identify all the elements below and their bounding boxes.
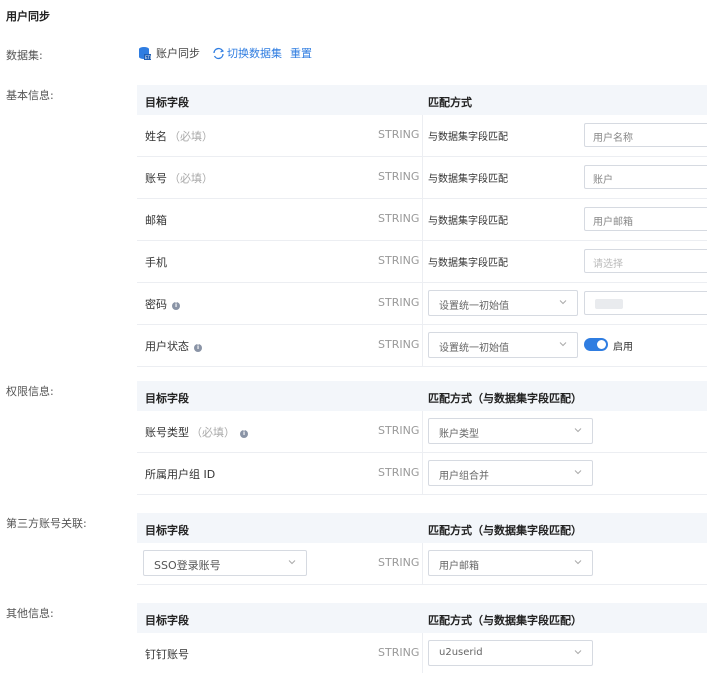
perm-info-label: 权限信息: xyxy=(6,385,54,398)
field-type: STRING xyxy=(378,170,420,183)
match-method: 与数据集字段匹配 xyxy=(428,132,508,143)
table-row: 用户状态 i STRING 设置统一初始值 启用 xyxy=(137,325,707,367)
field-type: STRING xyxy=(378,296,420,309)
page-title: 用户同步 xyxy=(6,10,50,23)
chevron-down-icon xyxy=(574,560,582,565)
field-type: STRING xyxy=(378,128,420,141)
table-row: 邮箱 STRING 与数据集字段匹配 用户邮箱 xyxy=(137,199,707,241)
dataset-name: 账户同步 xyxy=(156,47,200,60)
name-mapping-input[interactable]: 用户名称 xyxy=(584,123,707,147)
field-name: 邮箱 xyxy=(145,214,167,227)
col-target: 目标字段 xyxy=(145,614,189,627)
field-name: 钉钉账号 xyxy=(145,648,189,661)
field-type: STRING xyxy=(378,254,420,267)
sso-account-select[interactable]: SSO登录账号 xyxy=(143,550,307,576)
field-type: STRING xyxy=(378,466,420,479)
table-row: 手机 STRING 与数据集字段匹配 请选择 xyxy=(137,241,707,283)
field-name: 账号 （必填） xyxy=(145,172,213,185)
field-type: STRING xyxy=(378,556,420,569)
table-row: 密码 i STRING 设置统一初始值 xyxy=(137,283,707,325)
col-target: 目标字段 xyxy=(145,524,189,537)
table-header: 目标字段 匹配方式（与数据集字段匹配） xyxy=(137,603,707,633)
other-info-label: 其他信息: xyxy=(6,607,54,620)
field-type: STRING xyxy=(378,646,420,659)
svg-text:ETL: ETL xyxy=(145,55,151,60)
info-icon[interactable]: i xyxy=(194,344,202,352)
col-match: 匹配方式 xyxy=(428,96,472,109)
col-match: 匹配方式（与数据集字段匹配） xyxy=(428,524,582,537)
info-icon[interactable]: i xyxy=(240,430,248,438)
field-type: STRING xyxy=(378,212,420,225)
table-row: 账号 （必填） STRING 与数据集字段匹配 账户 xyxy=(137,157,707,199)
table-header: 目标字段 匹配方式（与数据集字段匹配） xyxy=(137,381,707,411)
table-header: 目标字段 匹配方式（与数据集字段匹配） xyxy=(137,513,707,543)
reset-link[interactable]: 重置 xyxy=(290,45,312,61)
chevron-down-icon xyxy=(559,342,567,347)
chevron-down-icon xyxy=(574,650,582,655)
table-row: SSO登录账号 STRING 用户邮箱 xyxy=(137,543,707,585)
toggle-label: 启用 xyxy=(613,342,633,353)
table-row: 钉钉账号 STRING u2userid xyxy=(137,633,707,673)
dingtalk-match-select[interactable]: u2userid xyxy=(428,640,593,666)
field-name: 手机 xyxy=(145,256,167,269)
table-row: 所属用户组 ID STRING 用户组合并 xyxy=(137,453,707,495)
password-input[interactable] xyxy=(584,291,707,315)
status-method-select[interactable]: 设置统一初始值 xyxy=(428,332,578,358)
account-mapping-input[interactable]: 账户 xyxy=(584,165,707,189)
dataset-bar: ETL 账户同步 切换数据集 重置 xyxy=(137,45,312,61)
field-type: STRING xyxy=(378,338,420,351)
user-sync-page: 用户同步 数据集: ETL 账户同步 切换数据集 重置 基本信息: 目标字段 匹… xyxy=(0,0,707,678)
sso-match-select[interactable]: 用户邮箱 xyxy=(428,550,593,576)
table-header: 目标字段 匹配方式 xyxy=(137,85,707,115)
third-party-table: 目标字段 匹配方式（与数据集字段匹配） SSO登录账号 STRING 用户邮箱 xyxy=(137,513,707,585)
chevron-down-icon xyxy=(559,300,567,305)
switch-dataset-link[interactable]: 切换数据集 xyxy=(212,45,282,61)
phone-mapping-input[interactable]: 请选择 xyxy=(584,249,707,273)
dataset-label: 数据集: xyxy=(6,49,43,62)
password-method-select[interactable]: 设置统一初始值 xyxy=(428,290,578,316)
table-row: 姓名 （必填） STRING 与数据集字段匹配 用户名称 xyxy=(137,115,707,157)
col-target: 目标字段 xyxy=(145,392,189,405)
switch-icon xyxy=(213,47,225,59)
match-method: 与数据集字段匹配 xyxy=(428,174,508,185)
field-type: STRING xyxy=(378,424,420,437)
third-party-label: 第三方账号关联: xyxy=(6,517,87,530)
masked-value xyxy=(595,299,623,309)
match-method: 与数据集字段匹配 xyxy=(428,258,508,269)
info-icon[interactable]: i xyxy=(172,302,180,310)
col-target: 目标字段 xyxy=(145,96,189,109)
user-group-select[interactable]: 用户组合并 xyxy=(428,460,593,486)
chevron-down-icon xyxy=(574,428,582,433)
other-info-table: 目标字段 匹配方式（与数据集字段匹配） 钉钉账号 STRING u2userid xyxy=(137,603,707,673)
field-name: 密码 i xyxy=(145,296,180,312)
match-method: 与数据集字段匹配 xyxy=(428,216,508,227)
chevron-down-icon xyxy=(574,470,582,475)
email-mapping-input[interactable]: 用户邮箱 xyxy=(584,207,707,231)
table-row: 账号类型 （必填） i STRING 账户类型 xyxy=(137,411,707,453)
col-match: 匹配方式（与数据集字段匹配） xyxy=(428,392,582,405)
field-name: 所属用户组 ID xyxy=(145,468,216,481)
field-name: 用户状态 i xyxy=(145,338,202,354)
perm-info-table: 目标字段 匹配方式（与数据集字段匹配） 账号类型 （必填） i STRING 账户类… xyxy=(137,381,707,495)
basic-info-table: 目标字段 匹配方式 姓名 （必填） STRING 与数据集字段匹配 用户名称 账号… xyxy=(137,85,707,367)
switch-dataset-label: 切换数据集 xyxy=(227,47,282,60)
col-match: 匹配方式（与数据集字段匹配） xyxy=(428,614,582,627)
status-toggle[interactable] xyxy=(584,338,608,351)
basic-info-label: 基本信息: xyxy=(6,89,54,102)
account-type-select[interactable]: 账户类型 xyxy=(428,418,593,444)
database-icon: ETL xyxy=(139,47,151,60)
field-name: 姓名 （必填） xyxy=(145,130,213,143)
field-name: 账号类型 （必填） i xyxy=(145,424,248,440)
chevron-down-icon xyxy=(288,560,296,565)
